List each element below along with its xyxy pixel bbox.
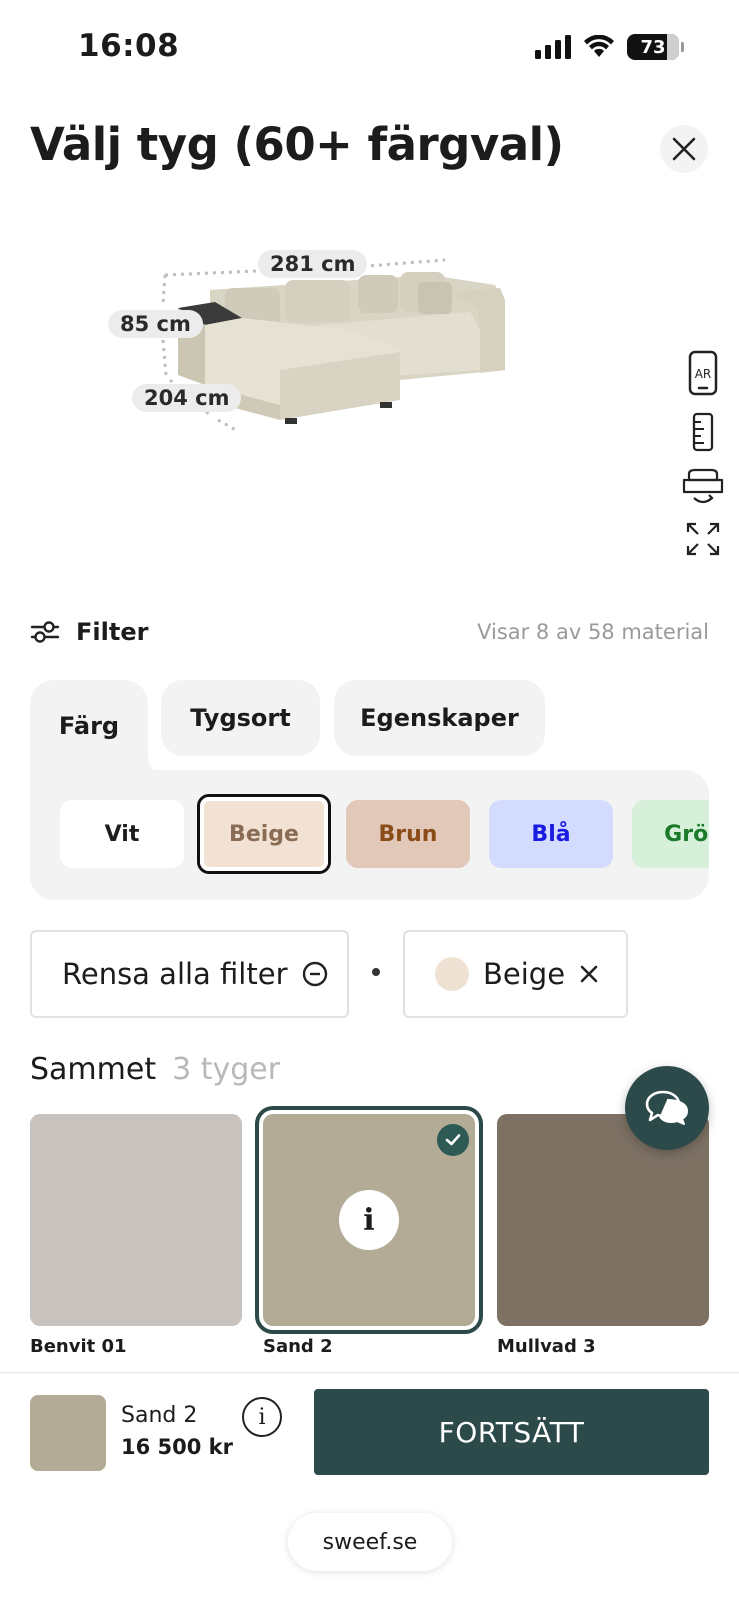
filter-toggle[interactable]: Filter [30,618,148,646]
measure-button[interactable] [678,412,728,452]
close-button[interactable] [660,125,708,173]
dimension-depth: 204 cm [132,384,242,412]
fabric-name: Sand 2 [263,1336,333,1357]
active-filter-label: Beige [483,957,566,991]
tab-egenskaper[interactable]: Egenskaper [334,680,545,756]
status-icons: 73 [535,34,684,60]
page-title: Välj tyg (60+ färgval) [30,118,564,171]
selected-price: 16 500 kr [121,1435,234,1459]
color-chip-gron[interactable]: Grön [632,800,709,868]
section-title: Sammet [30,1052,157,1087]
bottom-bar: Sand 2 16 500 kr i FORTSÄTT sweef.se [0,1372,739,1600]
wifi-icon [584,35,614,57]
fabric-grid: Benvit 01 i Sand 2 Mullvad 3 [30,1106,709,1364]
filter-panel: Färg Tygsort Egenskaper Vit Beige Brun B… [30,680,709,900]
color-chip-beige[interactable]: Beige [197,794,331,874]
fullscreen-button[interactable] [678,522,728,556]
color-chip-row: Vit Beige Brun Blå Grön [30,770,709,900]
section-header: Sammet 3 tyger [30,1052,280,1087]
ruler-icon [692,412,714,452]
color-chip-brun[interactable]: Brun [346,800,470,868]
chip-label: Beige [229,821,299,847]
rotate-button[interactable] [678,468,728,508]
battery-icon: 73 [627,34,684,60]
remove-filter-icon[interactable] [579,964,599,984]
rotate-sofa-icon [682,468,724,504]
fabric-info-icon[interactable]: i [339,1190,399,1250]
minus-circle-icon [302,961,327,987]
chip-label: Grön [664,821,709,847]
fabric-swatch [30,1114,242,1326]
fabric-name: Benvit 01 [30,1336,127,1357]
status-time: 16:08 [78,28,180,64]
clear-filters-button[interactable]: Rensa alla filter [30,930,349,1018]
sliders-icon [30,621,60,643]
filter-row: Filter Visar 8 av 58 material [30,612,709,652]
status-bar: 16:08 73 [0,0,739,96]
dimension-height: 85 cm [108,310,203,338]
ar-icon: AR [688,350,718,396]
chip-label: Blå [531,821,571,847]
signal-icon [535,35,571,59]
clear-filters-label: Rensa alla filter [62,957,288,991]
fabric-card-mullvad[interactable]: Mullvad 3 [497,1114,709,1357]
selected-fabric-thumbnail [30,1395,106,1471]
selected-check-icon [437,1124,469,1156]
battery-level: 73 [640,36,666,58]
fabric-name: Mullvad 3 [497,1336,596,1357]
fullscreen-icon [686,522,720,556]
beige-swatch [435,957,469,991]
sofa-preview[interactable]: 281 cm 85 cm 204 cm [100,230,540,450]
fabric-card-sand[interactable]: i Sand 2 [255,1106,483,1357]
filter-label: Filter [76,618,149,646]
dimension-width: 281 cm [258,250,368,278]
active-filter-beige[interactable]: Beige [403,930,628,1018]
continue-button[interactable]: FORTSÄTT [314,1389,709,1475]
chat-icon [645,1090,688,1125]
chip-label: Vit [104,821,140,847]
material-count: Visar 8 av 58 material [477,620,709,644]
selected-fabric-name: Sand 2 [121,1403,198,1428]
close-icon [672,137,696,161]
url-bar[interactable]: sweef.se [288,1513,452,1571]
separator-dot [372,968,380,976]
fabric-card-benvit[interactable]: Benvit 01 [30,1114,242,1357]
chat-button[interactable] [625,1066,709,1150]
tab-tygsort[interactable]: Tygsort [161,680,320,756]
info-icon[interactable]: i [242,1397,282,1437]
color-chip-bla[interactable]: Blå [489,800,613,868]
section-count: 3 tyger [172,1052,281,1087]
color-chip-vit[interactable]: Vit [60,800,184,868]
chip-label: Brun [378,821,438,847]
tab-farg[interactable]: Färg [30,680,148,772]
svg-text:AR: AR [695,367,712,381]
ar-button[interactable]: AR [678,350,728,396]
